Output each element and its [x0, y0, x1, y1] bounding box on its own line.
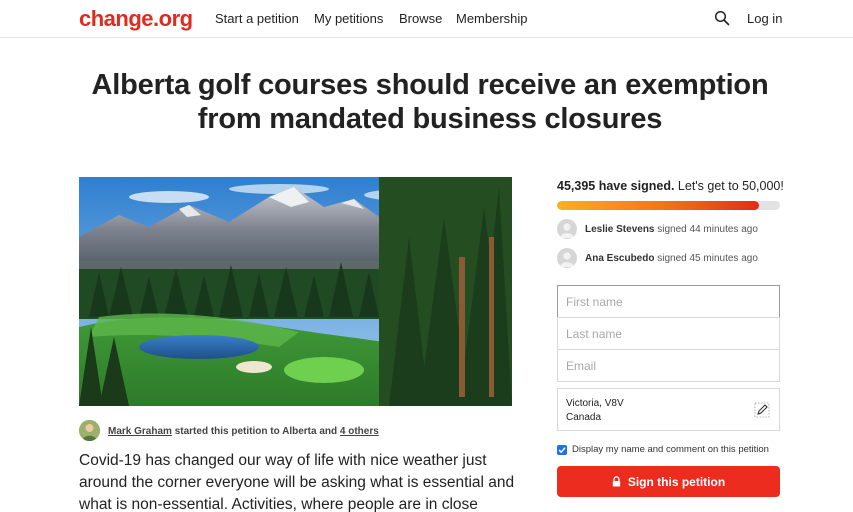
first-name-field[interactable] [557, 285, 780, 318]
signer-time: signed 45 minutes ago [657, 253, 758, 264]
signer-avatar-icon [557, 248, 577, 268]
author-name-link[interactable]: Mark Graham [108, 426, 172, 437]
search-icon[interactable] [714, 10, 730, 26]
author-attribution: Mark Graham started this petition to Alb… [108, 426, 379, 437]
petition-image [79, 177, 512, 406]
progress-fill [557, 201, 760, 210]
sign-petition-button[interactable]: Sign this petition [557, 466, 780, 497]
author-photo [79, 420, 100, 441]
nav-browse[interactable]: Browse [399, 11, 442, 26]
checkmark-icon [558, 447, 566, 454]
email-field[interactable] [557, 349, 780, 382]
top-nav-bar: change.org Start a petition My petitions… [0, 0, 853, 38]
petition-title: Alberta golf courses should receive an e… [91, 69, 769, 135]
edit-pencil-icon[interactable] [754, 402, 770, 418]
signer-time: signed 44 minutes ago [657, 224, 758, 235]
location-city: Victoria, V8V [566, 398, 624, 409]
signature-goal: Let's get to 50,000! [677, 179, 784, 193]
golf-course-illustration [79, 177, 512, 406]
nav-start-petition[interactable]: Start a petition [215, 11, 299, 26]
display-name-checkbox[interactable] [557, 445, 567, 455]
display-name-label[interactable]: Display my name and comment on this peti… [572, 444, 769, 455]
location-country: Canada [566, 412, 602, 423]
nav-my-petitions[interactable]: My petitions [314, 11, 383, 26]
author-mid-text: started this petition to Alberta and [174, 426, 338, 437]
lock-icon [612, 476, 621, 487]
author-avatar[interactable] [79, 420, 100, 441]
nav-membership[interactable]: Membership [456, 11, 528, 26]
signer-name: Ana Escubedo [585, 253, 655, 264]
login-link[interactable]: Log in [747, 11, 782, 26]
change-org-logo[interactable]: change.org [79, 6, 193, 32]
petition-body-text: Covid-19 has changed our way of life wit… [79, 452, 515, 512]
signer-avatar-icon [557, 219, 577, 239]
last-name-field[interactable] [557, 317, 780, 350]
other-recipients-link[interactable]: 4 others [340, 426, 379, 437]
signed-number: 45,395 have signed. [557, 179, 675, 193]
signature-count: 45,395 have signed. Let's get to 50,000! [557, 179, 784, 193]
signature-progress-bar [557, 201, 780, 210]
sign-button-label: Sign this petition [627, 474, 726, 489]
signer-name: Leslie Stevens [585, 224, 655, 235]
location-field[interactable]: Victoria, V8V Canada [557, 388, 780, 431]
